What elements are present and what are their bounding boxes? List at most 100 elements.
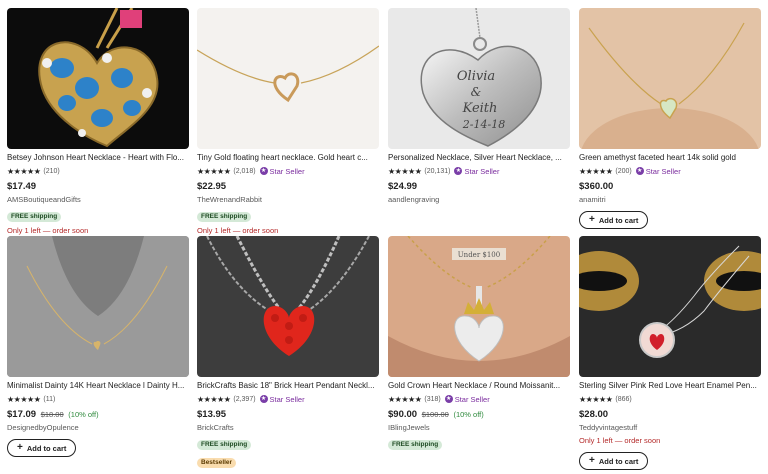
listing-grid: Betsey Johnson Heart Necklace - Heart wi… — [0, 0, 768, 474]
price-row: $17.49 — [7, 181, 189, 193]
rating-stars-icon: ★★★★★ — [579, 394, 613, 404]
review-count: (866) — [615, 395, 632, 403]
rating-stars-icon: ★★★★★ — [579, 166, 613, 176]
dainty-heart-image — [7, 236, 189, 377]
review-count: (210) — [43, 167, 60, 175]
urgency-text: Only 1 left — order soon — [579, 436, 661, 445]
listing-image[interactable] — [579, 236, 761, 377]
star-seller-badge: ★ Star Seller — [454, 167, 499, 176]
listing-image[interactable] — [197, 8, 379, 149]
original-price: $100.00 — [421, 410, 449, 419]
star-seller-label: Star Seller — [454, 394, 490, 404]
review-count: (2,018) — [233, 167, 256, 175]
add-to-cart-label: Add to cart — [598, 456, 639, 466]
price: $17.09 — [7, 409, 37, 420]
amethyst-heart-image — [579, 8, 761, 149]
urgency-text: Only 1 left — order soon — [7, 226, 89, 235]
shop-name[interactable]: DesignedbyOpulence — [7, 423, 189, 433]
star-seller-icon: ★ — [444, 395, 453, 403]
add-to-cart-label: Add to cart — [598, 215, 639, 225]
listing-title[interactable]: Personalized Necklace, Silver Heart Neck… — [388, 153, 570, 163]
listing-title[interactable]: Green amethyst faceted heart 14k solid g… — [579, 153, 761, 163]
plus-icon: + — [17, 442, 23, 453]
listing-image[interactable] — [7, 236, 189, 377]
listing-title[interactable]: BrickCrafts Basic 18" Brick Heart Pendan… — [197, 381, 379, 391]
price-row: $22.95 — [197, 181, 379, 193]
shop-name[interactable]: anamitri — [579, 195, 761, 205]
star-seller-label: Star Seller — [269, 166, 305, 176]
rating-stars-icon: ★★★★★ — [388, 394, 422, 404]
review-count: (11) — [43, 395, 56, 403]
rating: ★★★★★ (2,397) ★ Star Seller — [197, 394, 379, 404]
listing-image[interactable]: Under $100 — [388, 236, 570, 377]
listing-title[interactable]: Minimalist Dainty 14K Heart Necklace l D… — [7, 381, 189, 391]
free-shipping-badge: FREE shipping — [197, 212, 252, 222]
listing-title[interactable]: Betsey Johnson Heart Necklace - Heart wi… — [7, 153, 189, 163]
betsey-heart-image — [7, 8, 189, 149]
price-row: $360.00 — [579, 181, 761, 193]
listing-card[interactable]: Sterling Silver Pink Red Love Heart Enam… — [579, 236, 761, 470]
price-row: $24.99 — [388, 181, 570, 193]
plus-icon: + — [589, 455, 595, 466]
listing-image[interactable] — [7, 8, 189, 149]
original-price: $18.00 — [40, 410, 64, 419]
star-seller-icon: ★ — [259, 167, 268, 175]
listing-title[interactable]: Gold Crown Heart Necklace / Round Moissa… — [388, 381, 570, 391]
rating: ★★★★★ (2,018) ★ Star Seller — [197, 166, 379, 176]
engraved-heart-image: Olivia & Keith 2-14-18 — [388, 8, 570, 149]
shop-name[interactable]: IBlingJewels — [388, 423, 570, 433]
listing-card[interactable]: Under $100 Gold Crown Heart Necklace / R… — [388, 236, 570, 451]
add-to-cart-button[interactable]: + Add to cart — [579, 452, 649, 470]
brick-heart-image — [197, 236, 379, 377]
listing-card[interactable]: BrickCrafts Basic 18" Brick Heart Pendan… — [197, 236, 379, 469]
listing-title[interactable]: Tiny Gold floating heart necklace. Gold … — [197, 153, 379, 163]
listing-card[interactable]: Olivia & Keith 2-14-18 Personalized Neck… — [388, 8, 570, 205]
svg-text:Keith: Keith — [462, 101, 498, 116]
price: $13.95 — [197, 409, 227, 420]
review-count: (200) — [615, 167, 632, 175]
star-seller-label: Star Seller — [464, 166, 500, 176]
star-seller-badge: ★ Star Seller — [259, 166, 305, 176]
price: $360.00 — [579, 181, 614, 192]
star-seller-icon: ★ — [259, 395, 268, 403]
rating-stars-icon: ★★★★★ — [7, 394, 41, 404]
shop-name[interactable]: aandlengraving — [388, 195, 570, 205]
crown-heart-image: Under $100 — [388, 236, 570, 377]
price-row: $17.09 $18.00 (10% off) — [7, 409, 189, 421]
add-to-cart-button[interactable]: + Add to cart — [579, 211, 649, 229]
price: $28.00 — [579, 409, 609, 420]
listing-card[interactable]: Green amethyst faceted heart 14k solid g… — [579, 8, 761, 229]
star-seller-label: Star Seller — [645, 166, 681, 176]
rating: ★★★★★ (20,131) ★ Star Seller — [388, 166, 570, 176]
listing-title[interactable]: Sterling Silver Pink Red Love Heart Enam… — [579, 381, 761, 391]
add-to-cart-button[interactable]: + Add to cart — [7, 439, 77, 457]
rating-stars-icon: ★★★★★ — [388, 166, 422, 176]
listing-image[interactable]: Olivia & Keith 2-14-18 — [388, 8, 570, 149]
star-seller-label: Star Seller — [269, 394, 305, 404]
star-seller-icon: ★ — [454, 167, 463, 175]
listing-card[interactable]: Minimalist Dainty 14K Heart Necklace l D… — [7, 236, 189, 457]
shop-name[interactable]: BrickCrafts — [197, 423, 379, 433]
free-shipping-badge: FREE shipping — [7, 212, 62, 222]
bestseller-badge: Bestseller — [197, 458, 237, 468]
rating-stars-icon: ★★★★★ — [197, 394, 231, 404]
price: $24.99 — [388, 181, 418, 192]
listing-image[interactable] — [579, 8, 761, 149]
rating: ★★★★★ (200) ★ Star Seller — [579, 166, 761, 176]
listing-card[interactable]: Tiny Gold floating heart necklace. Gold … — [197, 8, 379, 236]
listing-image[interactable] — [197, 236, 379, 377]
under-100-label: Under $100 — [458, 251, 500, 259]
price: $17.49 — [7, 181, 37, 192]
plus-icon: + — [589, 214, 595, 225]
svg-text:&: & — [471, 85, 482, 99]
svg-text:2-14-18: 2-14-18 — [462, 118, 505, 131]
rating: ★★★★★ (11) — [7, 394, 189, 404]
shop-name[interactable]: Teddyvintagestuff — [579, 423, 761, 433]
shop-name[interactable]: TheWrenandRabbit — [197, 195, 379, 205]
discount-percent: (10% off) — [453, 410, 484, 419]
shop-name[interactable]: AMSBoutiqueandGifts — [7, 195, 189, 205]
review-count: (20,131) — [424, 167, 451, 175]
listing-card[interactable]: Betsey Johnson Heart Necklace - Heart wi… — [7, 8, 189, 236]
rating-stars-icon: ★★★★★ — [197, 166, 231, 176]
price: $22.95 — [197, 181, 227, 192]
